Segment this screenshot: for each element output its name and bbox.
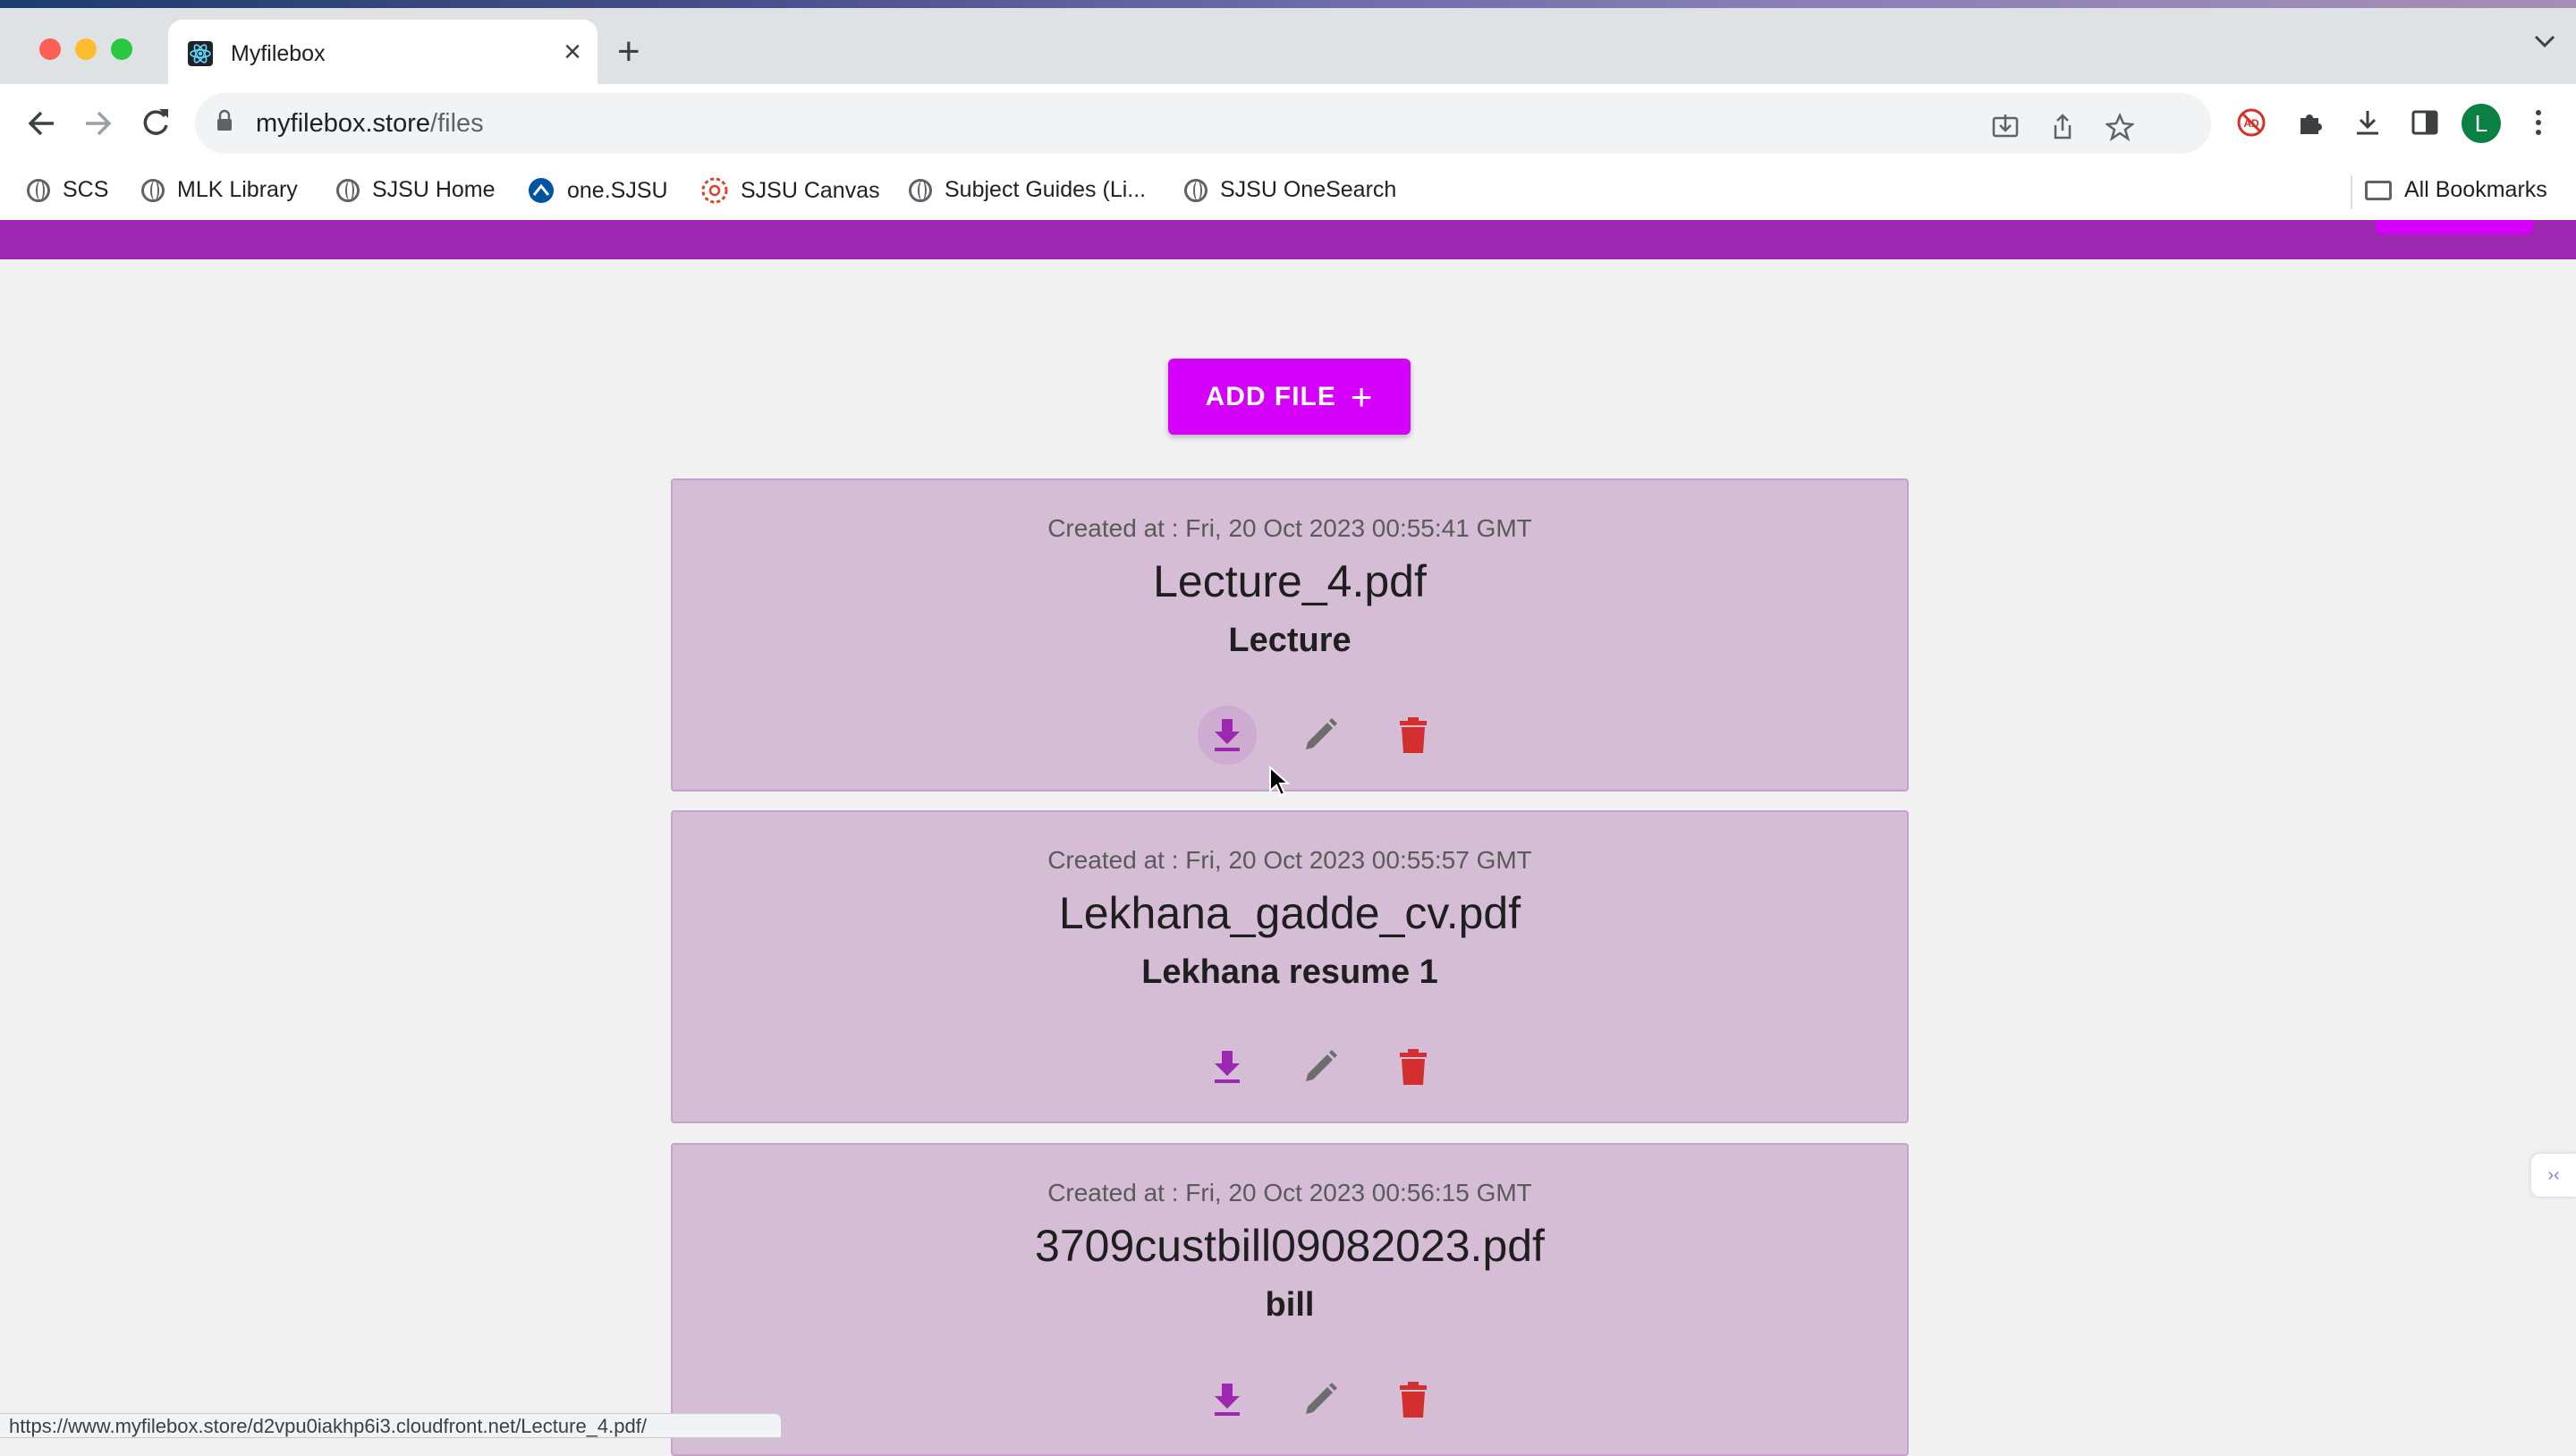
file-name: 3709custbill09082023.pdf — [1035, 1221, 1545, 1271]
delete-button[interactable] — [1384, 1370, 1443, 1429]
add-file-button[interactable]: ADD FILE + — [1168, 359, 1411, 435]
created-at-text: Created at : Fri, 20 Oct 2023 00:55:41 G… — [1047, 514, 1532, 542]
pencil-icon — [1306, 1050, 1337, 1081]
downloads-icon[interactable] — [2352, 107, 2383, 138]
install-app-icon[interactable] — [1991, 113, 2020, 141]
bookmark-label: SJSU OneSearch — [1220, 177, 1397, 202]
url-text: myfilebox.store/files — [256, 109, 484, 139]
url-path: /files — [430, 109, 484, 138]
window-top-gradient — [0, 0, 2576, 8]
files-page: ADD FILE + Created at : Fri, 20 Oct 2023… — [0, 259, 2576, 1456]
browser-menu-icon[interactable] — [2528, 107, 2549, 138]
trash-icon — [1400, 717, 1427, 753]
file-card: Created at : Fri, 20 Oct 2023 00:55:57 G… — [671, 810, 1909, 1123]
file-card: Created at : Fri, 20 Oct 2023 00:56:15 G… — [671, 1143, 1909, 1456]
tab-search-chevron-icon[interactable] — [2533, 34, 2556, 48]
reload-icon[interactable] — [140, 104, 172, 143]
bookmark-sjsu-home[interactable]: SJSU Home — [336, 177, 496, 203]
file-card: Created at : Fri, 20 Oct 2023 00:55:41 G… — [671, 478, 1909, 791]
maximize-window-button[interactable] — [111, 38, 132, 60]
bookmark-star-icon[interactable] — [2106, 113, 2134, 141]
created-at-text: Created at : Fri, 20 Oct 2023 00:56:15 G… — [1047, 1179, 1532, 1206]
download-button[interactable] — [1198, 706, 1257, 765]
download-icon — [1215, 1384, 1240, 1416]
download-icon — [1215, 719, 1240, 751]
side-panel-icon[interactable] — [2410, 107, 2440, 138]
url-domain: myfilebox.store — [256, 109, 431, 138]
back-arrow-icon[interactable] — [25, 104, 57, 143]
download-icon — [1215, 1051, 1240, 1083]
share-icon[interactable] — [2048, 113, 2077, 141]
download-button[interactable] — [1198, 1370, 1257, 1429]
edit-button[interactable] — [1291, 706, 1350, 765]
adblock-extension-icon[interactable]: AD — [2236, 107, 2267, 138]
browser-titlebar: Myfilebox × + — [0, 0, 2576, 84]
plus-icon: + — [1350, 375, 1374, 418]
bookmarks-divider — [2351, 175, 2352, 209]
delete-button[interactable] — [1384, 706, 1443, 765]
bookmark-mlk-library[interactable]: MLK Library — [141, 177, 298, 203]
pencil-icon — [1306, 718, 1337, 749]
bookmark-one-sjsu[interactable]: one.SJSU — [528, 177, 668, 204]
react-favicon-icon — [188, 41, 213, 66]
trash-icon — [1400, 1049, 1427, 1085]
bookmark-label: SJSU Home — [372, 177, 496, 202]
bookmark-sjsu-canvas[interactable]: SJSU Canvas — [701, 177, 880, 204]
profile-avatar[interactable]: L — [2462, 104, 2501, 143]
add-file-label: ADD FILE — [1205, 381, 1336, 411]
folder-icon — [2365, 180, 2392, 200]
bookmark-label: SCS — [63, 177, 109, 202]
extensions-puzzle-icon[interactable] — [2295, 107, 2326, 138]
browser-tab[interactable]: Myfilebox × — [168, 20, 597, 84]
extension-side-tab[interactable]: ›‹ — [2531, 1154, 2576, 1197]
bookmark-scs[interactable]: SCS — [27, 177, 108, 203]
one-sjsu-icon — [529, 178, 554, 203]
header-button-edge[interactable] — [2376, 220, 2533, 234]
globe-icon — [1184, 178, 1208, 202]
edit-button[interactable] — [1291, 1037, 1350, 1096]
address-bar[interactable]: myfilebox.store/files — [195, 93, 2211, 154]
globe-icon — [141, 178, 165, 202]
created-at-text: Created at : Fri, 20 Oct 2023 00:55:57 G… — [1047, 846, 1532, 874]
file-description: Lekhana resume 1 — [1141, 953, 1438, 991]
all-bookmarks-button[interactable]: All Bookmarks — [2365, 177, 2547, 203]
file-name: Lekhana_gadde_cv.pdf — [1058, 888, 1521, 938]
pencil-icon — [1306, 1383, 1337, 1414]
bookmark-label: SJSU Canvas — [741, 177, 880, 203]
bookmark-label: one.SJSU — [567, 177, 668, 203]
globe-icon — [27, 178, 50, 202]
file-actions — [673, 1370, 1907, 1429]
close-window-button[interactable] — [39, 38, 61, 60]
status-bar-url: https://www.myfilebox.store/d2vpu0iakhp6… — [0, 1413, 782, 1438]
forward-arrow-icon[interactable] — [82, 104, 114, 143]
lock-icon — [217, 109, 232, 131]
globe-icon — [909, 178, 932, 202]
bookmark-label: MLK Library — [177, 177, 298, 202]
file-actions — [673, 706, 1907, 765]
edit-button[interactable] — [1291, 1370, 1350, 1429]
new-tab-icon[interactable]: + — [617, 32, 640, 72]
download-button[interactable] — [1198, 1037, 1257, 1096]
bookmark-label: Subject Guides (Li... — [945, 177, 1147, 202]
file-actions — [673, 1037, 1907, 1096]
canvas-icon — [701, 177, 728, 204]
delete-button[interactable] — [1384, 1037, 1443, 1096]
file-name: Lecture_4.pdf — [1153, 556, 1427, 606]
all-bookmarks-label: All Bookmarks — [2404, 177, 2547, 202]
bookmark-subject-guides[interactable]: Subject Guides (Li... — [909, 177, 1146, 203]
tab-title: Myfilebox — [231, 41, 326, 66]
file-description: Lecture — [1228, 622, 1352, 659]
globe-icon — [336, 178, 360, 202]
trash-icon — [1400, 1382, 1427, 1418]
bookmark-sjsu-onesearch[interactable]: SJSU OneSearch — [1184, 177, 1396, 203]
mouse-cursor-icon — [1269, 766, 1291, 797]
close-tab-icon[interactable]: × — [564, 36, 581, 68]
bookmarks-bar: SCS MLK Library SJSU Home one.SJSU SJSU … — [0, 165, 2576, 221]
minimize-window-button[interactable] — [75, 38, 97, 60]
browser-toolbar: myfilebox.store/files AD L — [0, 84, 2576, 165]
app-header-bar — [0, 220, 2576, 259]
file-description: bill — [1265, 1286, 1315, 1324]
